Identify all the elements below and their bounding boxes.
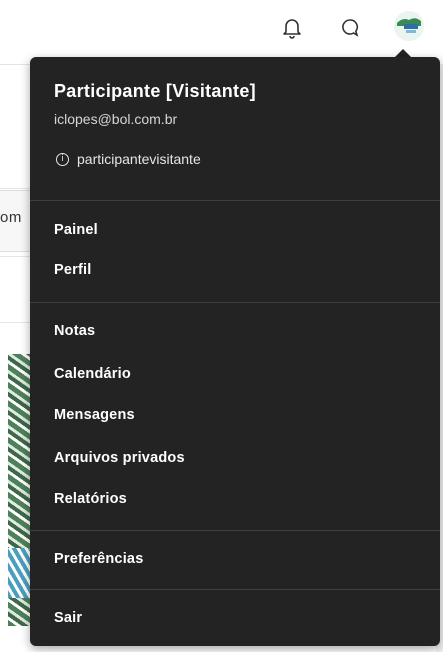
user-email: iclopes@bol.com.br [54, 111, 178, 127]
menu-item-mensagens[interactable]: Mensagens [54, 407, 135, 423]
top-navbar [0, 0, 443, 65]
user-login-info: i participantevisitante [54, 151, 201, 167]
menu-item-calendario[interactable]: Calendário [54, 366, 131, 382]
user-avatar[interactable] [394, 11, 424, 41]
menu-item-sair[interactable]: Sair [54, 610, 82, 626]
menu-item-preferencias[interactable]: Preferências [54, 551, 143, 567]
menu-divider [30, 200, 440, 201]
background-card-text: om [0, 209, 22, 226]
menu-item-perfil[interactable]: Perfil [54, 262, 91, 278]
menu-item-notas[interactable]: Notas [54, 323, 95, 339]
menu-divider [30, 589, 440, 590]
user-full-name: Participante [Visitante] [54, 81, 256, 101]
username-label: participantevisitante [77, 151, 201, 167]
menu-item-painel[interactable]: Painel [54, 222, 98, 238]
menu-item-arquivos-privados[interactable]: Arquivos privados [54, 450, 185, 466]
menu-divider [30, 530, 440, 531]
dropdown-caret [395, 49, 411, 57]
chat-bubble-icon[interactable] [336, 14, 364, 42]
menu-item-relatorios[interactable]: Relatórios [54, 491, 127, 507]
menu-divider [30, 302, 440, 303]
bell-icon[interactable] [278, 14, 306, 42]
user-menu-dropdown: Participante [Visitante] iclopes@bol.com… [30, 57, 440, 646]
info-icon: i [56, 152, 69, 166]
